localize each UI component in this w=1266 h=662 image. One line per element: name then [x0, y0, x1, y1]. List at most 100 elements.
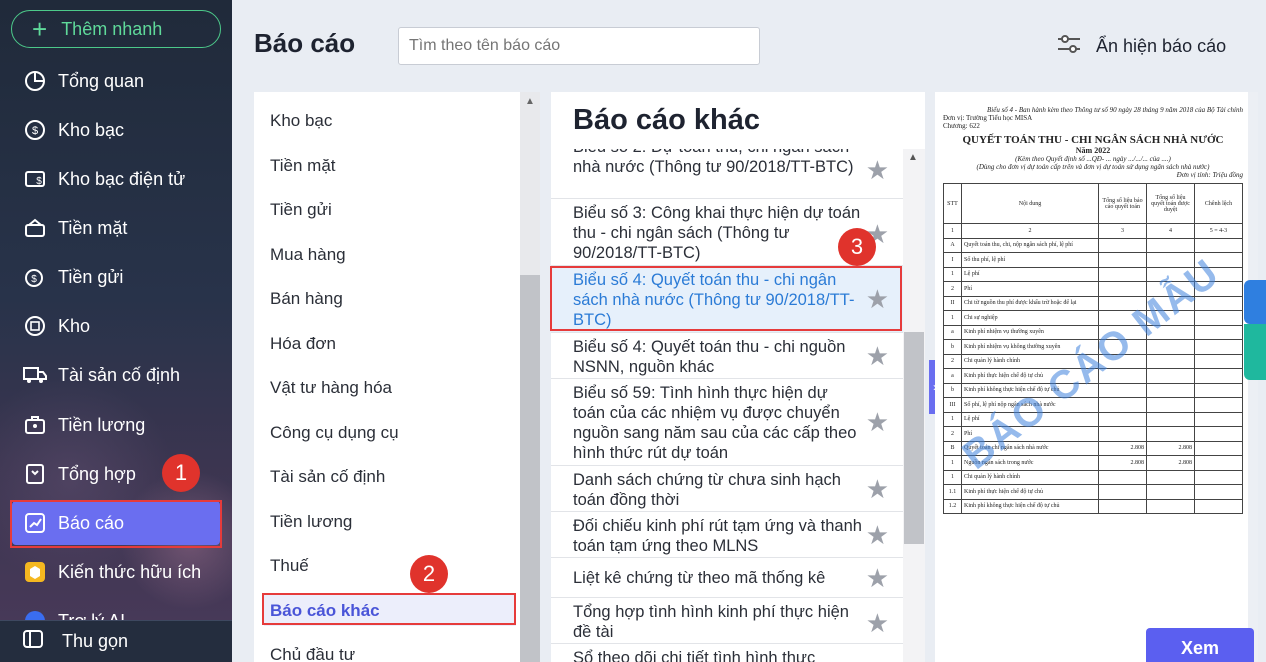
- preview-cell: Kinh phí thực hiện chế độ tự chủ: [961, 484, 1099, 500]
- category-item[interactable]: Bán hàng: [270, 289, 343, 309]
- star-icon[interactable]: ★: [866, 520, 889, 551]
- side-tab-teal[interactable]: [1244, 324, 1266, 380]
- sidebar-item-warehouse[interactable]: Kho: [12, 304, 220, 348]
- preview-cell: [1194, 469, 1243, 485]
- deposit-icon: $: [22, 264, 48, 290]
- sidebar: + Thêm nhanh Tổng quan $ Kho bạc $ Kho b…: [0, 0, 232, 662]
- step-badge-1: 1: [162, 454, 200, 492]
- plus-icon: +: [32, 14, 48, 44]
- category-highlight: [262, 593, 516, 625]
- sidebar-item-treasury[interactable]: $ Kho bạc: [12, 108, 220, 152]
- category-item[interactable]: Kho bạc: [270, 111, 332, 131]
- preview-row: 1.2 Kinh phí không thực hiện chế độ tự ch…: [943, 498, 1243, 514]
- preview-cell: [1194, 324, 1243, 340]
- star-icon[interactable]: ★: [866, 563, 889, 594]
- warehouse-icon: [22, 313, 48, 339]
- quick-add-label: Thêm nhanh: [61, 18, 163, 39]
- col-content: Nội dung: [961, 183, 1099, 224]
- report-item[interactable]: Sổ theo dõi chi tiết tình hình thực: [551, 644, 903, 662]
- collapse-icon: [22, 629, 44, 654]
- sidebar-item-deposit[interactable]: $ Tiền gửi: [12, 255, 220, 299]
- view-button[interactable]: Xem: [1146, 628, 1254, 662]
- sidebar-item-label: Kho: [58, 315, 91, 336]
- search-input[interactable]: [398, 27, 760, 65]
- category-item[interactable]: Thuế: [270, 556, 309, 576]
- report-item[interactable]: Tổng hợp tình hình kinh phí thực hiện đề…: [551, 598, 903, 644]
- collapse-label: Thu gọn: [62, 631, 129, 651]
- category-item[interactable]: Tài sản cố định: [270, 467, 385, 487]
- report-item[interactable]: Biểu số 59: Tình hình thực hiện dự toán …: [551, 379, 903, 466]
- preview-cell: b: [943, 339, 962, 355]
- report-item[interactable]: Biểu số 4: Quyết toán thu - chi nguồn NS…: [551, 333, 903, 379]
- salary-icon: [22, 412, 48, 438]
- sidebar-item-cash[interactable]: Tiền mặt: [12, 206, 220, 250]
- preview-cell: [1146, 498, 1195, 514]
- scroll-up-arrow-icon[interactable]: ▲: [525, 96, 535, 107]
- preview-cell: 2.808: [1146, 440, 1195, 456]
- category-item[interactable]: Tiền lương: [270, 512, 352, 532]
- category-item[interactable]: Hóa đơn: [270, 334, 336, 354]
- sidebar-item-salary[interactable]: Tiền lương: [12, 403, 220, 447]
- sidebar-highlight: [10, 500, 222, 548]
- preview-cell: [1146, 237, 1195, 253]
- sidebar-item-label: Kiến thức hữu ích: [58, 561, 202, 582]
- preview-cell: [1194, 310, 1243, 326]
- sliders-icon: [1056, 33, 1082, 60]
- category-scroll-thumb[interactable]: [520, 275, 540, 662]
- preview-cell: 1: [943, 469, 962, 485]
- preview-cell: Phí: [961, 281, 1099, 297]
- star-icon[interactable]: ★: [866, 155, 889, 186]
- star-icon[interactable]: ★: [866, 407, 889, 438]
- preview-cell: [1194, 484, 1243, 500]
- preview-chapter: Chương: 622: [943, 122, 980, 130]
- report-item[interactable]: Danh sách chứng từ chưa sinh hạch toán đ…: [551, 466, 903, 512]
- star-icon[interactable]: ★: [866, 341, 889, 372]
- preview-cell: II: [943, 295, 962, 311]
- preview-cell: [1098, 469, 1147, 485]
- category-item[interactable]: Tiền mặt: [270, 156, 336, 176]
- report-item[interactable]: Đối chiếu kinh phí rút tạm ứng và thanh …: [551, 512, 903, 558]
- category-item[interactable]: Tiền gửi: [270, 200, 332, 220]
- summary-icon: [22, 461, 48, 487]
- preview-form-note: Biểu số 4 - Ban hành kèm theo Thông tư s…: [987, 106, 1243, 114]
- collapse-button[interactable]: Thu gọn: [0, 620, 232, 662]
- truck-icon: [22, 362, 48, 388]
- preview-title: QUYẾT TOÁN THU - CHI NGÂN SÁCH NHÀ NƯỚC: [962, 134, 1224, 146]
- category-item[interactable]: Vật tư hàng hóa: [270, 378, 392, 398]
- scroll-up-arrow-icon[interactable]: ▲: [908, 152, 918, 163]
- preview-cell: [1194, 382, 1243, 398]
- sidebar-item-knowledge[interactable]: Kiến thức hữu ích: [12, 550, 220, 594]
- sidebar-item-e-treasury[interactable]: $ Kho bạc điện tử: [12, 157, 220, 201]
- report-scroll-thumb[interactable]: [904, 332, 924, 544]
- report-item-label: Tổng hợp tình hình kinh phí thực hiện đề…: [573, 603, 849, 641]
- preview-cell: [1194, 440, 1243, 456]
- category-item[interactable]: Chủ đầu tư: [270, 645, 355, 662]
- report-item[interactable]: Liệt kê chứng từ theo mã thống kê ★: [551, 558, 903, 598]
- quick-add-button[interactable]: + Thêm nhanh: [11, 10, 221, 48]
- star-icon[interactable]: ★: [866, 608, 889, 639]
- col-approved: Tổng số liệu quyết toán được duyệt: [1146, 183, 1195, 224]
- preview-note2: (Dùng cho đơn vị dự toán cấp trên và đơn…: [976, 163, 1210, 171]
- num-cell: 2: [961, 223, 1099, 239]
- sidebar-item-label: Tiền lương: [58, 414, 146, 435]
- sidebar-item-fixed-assets[interactable]: Tài sản cố định: [12, 353, 220, 397]
- preview-cell: a: [943, 324, 962, 340]
- preview-cell: Quyết toán thu, chi, nộp ngân sách phí, …: [961, 237, 1099, 253]
- preview-cell: [1098, 498, 1147, 514]
- toggle-reports-label: Ẩn hiện báo cáo: [1096, 36, 1227, 56]
- cash-icon: [22, 215, 48, 241]
- category-item[interactable]: Mua hàng: [270, 245, 346, 265]
- preview-cell: [1194, 426, 1243, 442]
- sidebar-item-overview[interactable]: Tổng quan: [12, 59, 220, 103]
- star-icon[interactable]: ★: [866, 474, 889, 505]
- category-item[interactable]: Công cụ dụng cụ: [270, 423, 399, 443]
- toggle-reports-button[interactable]: Ẩn hiện báo cáo: [1056, 33, 1226, 60]
- preview-cell: 2.808: [1098, 440, 1147, 456]
- report-highlight: [550, 266, 902, 331]
- preview-cell: 1: [943, 310, 962, 326]
- side-tab-blue[interactable]: [1244, 280, 1266, 324]
- report-item[interactable]: Biểu số 2: Dự toán thu, chi ngân sách nh…: [551, 138, 903, 199]
- num-cell: 4: [1146, 223, 1195, 239]
- preview-cell: 1: [943, 455, 962, 471]
- preview-cell: [1098, 426, 1147, 442]
